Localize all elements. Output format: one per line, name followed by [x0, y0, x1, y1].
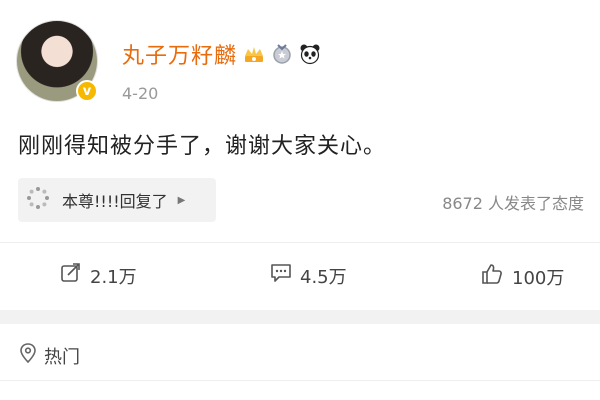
- post-content: 刚刚得知被分手了，谢谢大家关心。: [18, 134, 387, 159]
- repost-icon: [60, 262, 82, 289]
- hot-label: 热门: [44, 346, 80, 368]
- like-button[interactable]: 100万: [480, 262, 564, 291]
- section-separator: [0, 310, 600, 324]
- repost-button[interactable]: 2.1万: [60, 262, 137, 289]
- verified-icon: v: [76, 80, 98, 102]
- like-count: 100万: [512, 267, 565, 289]
- repost-count: 2.1万: [90, 266, 137, 288]
- reply-preview-text: 本尊!!!!回复了: [62, 192, 168, 211]
- comment-button[interactable]: 4.5万: [270, 262, 347, 289]
- location-pin-icon: [18, 342, 38, 369]
- attitude-count[interactable]: 8672 人发表了态度: [442, 190, 584, 214]
- post-timestamp: 4-20: [122, 84, 159, 103]
- crown-badge-icon[interactable]: [243, 43, 265, 65]
- comment-icon: [270, 262, 292, 289]
- post-header: v 丸子万籽麟 4-20: [16, 10, 586, 110]
- chevron-right-icon: ▶: [177, 194, 186, 206]
- avatar-wrapper[interactable]: v: [16, 20, 98, 102]
- hot-section-header[interactable]: 热门: [18, 342, 80, 369]
- thumbs-up-icon: [480, 262, 504, 291]
- divider: [0, 380, 600, 381]
- action-bar: 2.1万 4.5万 100万: [0, 242, 600, 308]
- medal-badge-icon[interactable]: [271, 43, 293, 65]
- panda-badge-icon[interactable]: [299, 43, 321, 65]
- username[interactable]: 丸子万籽麟: [122, 38, 237, 70]
- reply-preview[interactable]: 本尊!!!!回复了 ▶: [18, 178, 216, 222]
- loading-dots-icon: [26, 186, 50, 214]
- username-row: 丸子万籽麟: [122, 38, 321, 70]
- comment-count: 4.5万: [300, 266, 347, 288]
